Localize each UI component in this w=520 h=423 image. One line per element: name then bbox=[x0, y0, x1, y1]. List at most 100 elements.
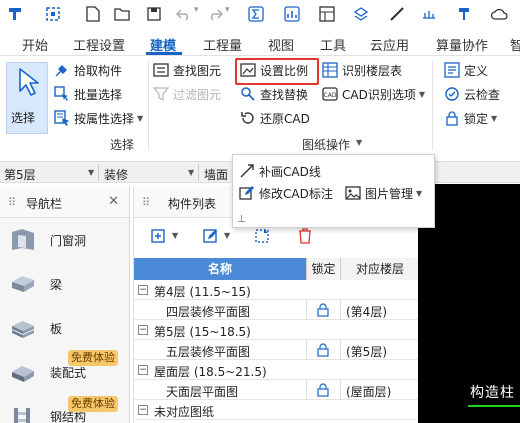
drag-handle-icon[interactable]: ⠿ bbox=[8, 196, 16, 209]
cad-identify-options-button[interactable]: CAD CAD识别选项 ▼ bbox=[322, 84, 425, 104]
lock-icon[interactable] bbox=[317, 343, 329, 357]
table-row[interactable]: 天面层平面图 (屋面层) bbox=[134, 380, 419, 400]
add-drawing-button[interactable] bbox=[150, 227, 168, 245]
lock-button[interactable]: 锁定 ▼ bbox=[444, 108, 497, 128]
find-replace-icon bbox=[240, 86, 256, 102]
define-icon bbox=[444, 62, 460, 78]
nav-item-steel-structure[interactable]: 钢结构 免费体验 bbox=[0, 394, 130, 423]
free-trial-badge[interactable]: 免费体验 bbox=[68, 396, 118, 412]
chevron-down-icon[interactable]: ▼ bbox=[172, 231, 178, 240]
ribbon-tabs: 开始 工程设置 建模 工程量 视图 工具 云应用 算量协作 智 bbox=[0, 30, 520, 56]
nav-item-prefab[interactable]: 装配式 免费体验 bbox=[0, 350, 130, 394]
tab-cloud-apps[interactable]: 云应用 bbox=[370, 35, 409, 54]
table-row[interactable]: − 未对应图纸 bbox=[134, 400, 419, 420]
nav-item-slab[interactable]: 板 bbox=[0, 306, 130, 350]
table-row[interactable]: 四层装修平面图 (第4层) bbox=[134, 300, 419, 320]
tab-collaboration[interactable]: 算量协作 bbox=[436, 35, 488, 54]
restore-cad-button[interactable]: 还原CAD bbox=[240, 108, 310, 128]
edit-annotation-icon bbox=[239, 185, 255, 201]
add-drawing-icon bbox=[151, 229, 165, 243]
split-drawing-button[interactable] bbox=[254, 227, 272, 245]
tab-start[interactable]: 开始 bbox=[22, 35, 48, 54]
cloud-check-button[interactable]: 云检查 bbox=[444, 84, 500, 104]
select-button[interactable]: 选择 bbox=[6, 62, 48, 134]
category-selector[interactable]: 装修 bbox=[104, 166, 128, 183]
sum-icon[interactable] bbox=[247, 5, 265, 23]
tab-smart[interactable]: 智 bbox=[510, 35, 520, 54]
undo-icon[interactable] bbox=[175, 5, 193, 23]
delete-drawing-button[interactable] bbox=[296, 227, 314, 245]
define-button[interactable]: 定义 bbox=[444, 60, 488, 80]
nav-item-door-window[interactable]: 门窗洞 bbox=[0, 218, 130, 262]
quick-access-toolbar: ▾ ▾ bbox=[0, 0, 520, 30]
navigation-panel-title: 导航栏 bbox=[26, 197, 63, 211]
navigation-panel: ⠿ 导航栏 ✕ 门窗洞 梁 板 装配式 免费体验 钢结构 免费体验 bbox=[0, 186, 130, 423]
split-icon bbox=[255, 229, 269, 243]
chevron-down-icon[interactable]: ▼ bbox=[224, 231, 230, 240]
undo-dropdown-icon[interactable]: ▾ bbox=[194, 5, 199, 15]
tab-project-settings[interactable]: 工程设置 bbox=[73, 35, 125, 54]
batch-select-icon bbox=[54, 86, 70, 102]
chevron-down-icon[interactable]: ▼ bbox=[88, 168, 94, 177]
chevron-down-icon[interactable]: ▼ bbox=[188, 168, 194, 177]
open-folder-icon[interactable] bbox=[113, 5, 131, 23]
add-cad-line-button[interactable]: 补画CAD线 bbox=[239, 161, 321, 181]
type-selector[interactable]: 墙面 bbox=[204, 166, 228, 183]
table-row[interactable]: − 第4层 (11.5~15) bbox=[134, 280, 419, 300]
table-icon[interactable] bbox=[318, 5, 336, 23]
filter-drawing-element-button[interactable]: 过滤图元 bbox=[153, 84, 221, 104]
close-icon[interactable]: ✕ bbox=[108, 194, 119, 209]
slab-icon bbox=[12, 321, 34, 338]
collapse-toggle[interactable]: − bbox=[138, 285, 148, 295]
find-drawing-element-button[interactable]: 查找图元 bbox=[153, 60, 221, 80]
save-icon[interactable] bbox=[145, 5, 163, 23]
identify-floor-table-button[interactable]: 识别楼层表 bbox=[322, 60, 402, 80]
tab-quantity[interactable]: 工程量 bbox=[203, 35, 242, 54]
prefab-icon bbox=[12, 366, 34, 382]
pin-icon[interactable]: ⊥ bbox=[237, 214, 246, 225]
flag-icon[interactable] bbox=[455, 5, 473, 23]
collapse-toggle[interactable]: − bbox=[138, 405, 148, 415]
modify-cad-annotation-button[interactable]: 修改CAD标注 bbox=[239, 183, 333, 203]
redo-dropdown-icon[interactable]: ▾ bbox=[225, 5, 230, 15]
beam-icon bbox=[12, 276, 34, 292]
redo-icon[interactable] bbox=[206, 5, 224, 23]
lock-icon[interactable] bbox=[317, 383, 329, 397]
image-management-button[interactable]: 图片管理 ▼ bbox=[345, 183, 422, 203]
lock-icon[interactable] bbox=[317, 303, 329, 317]
find-replace-button[interactable]: 查找替换 bbox=[240, 84, 308, 104]
column-header-lock[interactable]: 锁定 bbox=[306, 258, 340, 280]
report-icon[interactable] bbox=[283, 5, 301, 23]
cad-text-label: 构造柱 bbox=[470, 385, 515, 401]
group-expand-icon[interactable]: ▼ bbox=[356, 138, 362, 147]
edit-drawing-button[interactable] bbox=[202, 227, 220, 245]
column-header-floor[interactable]: 对应楼层 bbox=[340, 258, 419, 280]
select-by-attribute-button[interactable]: 按属性选择 ▼ bbox=[54, 108, 143, 128]
table-row[interactable]: − 第5层 (15~18.5) bbox=[134, 320, 419, 340]
focus-icon[interactable] bbox=[44, 5, 62, 23]
new-file-icon[interactable] bbox=[84, 5, 102, 23]
pick-icon bbox=[54, 62, 70, 78]
drag-handle-icon[interactable]: ⠿ bbox=[142, 196, 150, 209]
filter-icon bbox=[153, 86, 169, 102]
nav-item-beam[interactable]: 梁 bbox=[0, 262, 130, 306]
collapse-toggle[interactable]: − bbox=[138, 325, 148, 335]
tab-tools[interactable]: 工具 bbox=[320, 35, 346, 54]
floor-selector[interactable]: 第5层 bbox=[4, 166, 36, 183]
column-header-name[interactable]: 名称 bbox=[134, 258, 306, 280]
tab-view[interactable]: 视图 bbox=[268, 35, 294, 54]
ruler-icon[interactable] bbox=[388, 5, 406, 23]
collapse-toggle[interactable]: − bbox=[138, 365, 148, 375]
table-row[interactable]: − 屋面层 (18.5~21.5) bbox=[134, 360, 419, 380]
table-row[interactable]: 五层装修平面图 (第5层) bbox=[134, 340, 419, 360]
app-logo-icon[interactable] bbox=[6, 5, 24, 23]
cloud-icon[interactable] bbox=[490, 5, 508, 23]
chevron-down-icon: ▼ bbox=[416, 188, 423, 198]
measure-icon[interactable] bbox=[420, 5, 438, 23]
pick-component-button[interactable]: 拾取构件 bbox=[54, 60, 122, 80]
cad-line-icon bbox=[239, 163, 255, 179]
batch-select-button[interactable]: 批量选择 bbox=[54, 84, 122, 104]
chevron-down-icon: ▼ bbox=[491, 113, 498, 123]
free-trial-badge[interactable]: 免费体验 bbox=[68, 350, 118, 366]
layer-icon[interactable] bbox=[352, 5, 370, 23]
